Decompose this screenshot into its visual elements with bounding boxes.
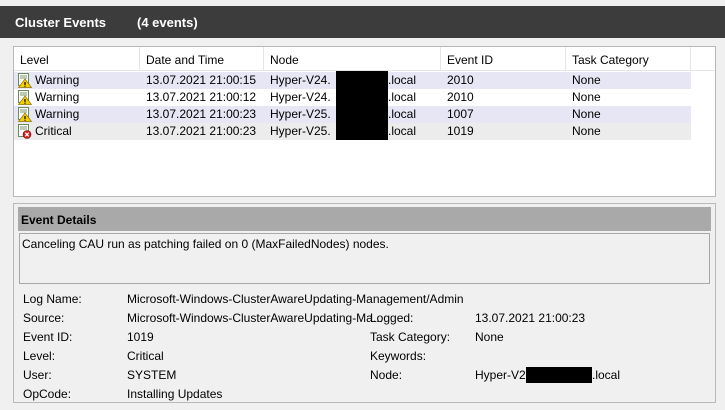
event-count: (4 events): [137, 14, 198, 30]
task-category-text: None: [572, 73, 601, 87]
node-prefix: Hyper-V25.: [270, 124, 331, 138]
datetime-text: 13.07.2021 21:00:23: [146, 124, 257, 138]
level-text: Warning: [35, 90, 80, 104]
task-category-label: Task Category:: [370, 330, 451, 344]
user-value: SYSTEM: [127, 368, 177, 382]
node-suffix: .local: [388, 107, 417, 121]
redaction-block: [336, 71, 388, 140]
datetime-text: 13.07.2021 21:00:15: [146, 73, 257, 87]
node-suffix: .local: [388, 90, 417, 104]
keywords-label: Keywords:: [370, 349, 427, 363]
event-id-text: 1019: [447, 124, 474, 138]
warning-icon: [18, 73, 32, 88]
column-header-level[interactable]: Level: [14, 47, 140, 71]
level-label: Level:: [23, 349, 56, 363]
user-label: User:: [23, 368, 52, 382]
column-header-event-id[interactable]: Event ID: [441, 47, 566, 71]
critical-icon: [18, 124, 32, 139]
task-category-text: None: [572, 107, 601, 121]
cluster-events-header: Cluster Events (4 events): [0, 6, 725, 38]
node-prefix: Hyper-V24.: [270, 73, 331, 87]
node-value-suffix: .local: [592, 368, 621, 382]
node-label: Node:: [370, 368, 403, 382]
events-list[interactable]: Level Date and Time Node Event ID Task C…: [13, 46, 716, 197]
event-id-label: Event ID:: [23, 330, 73, 344]
log-name-label: Log Name:: [23, 292, 82, 306]
task-category-text: None: [572, 90, 601, 104]
event-id-text: 2010: [447, 73, 474, 87]
event-id-value: 1019: [127, 330, 154, 344]
events-table-header: Level Date and Time Node Event ID Task C…: [14, 47, 715, 71]
task-category-value: None: [475, 330, 504, 344]
level-text: Warning: [35, 73, 80, 87]
node-prefix: Hyper-V25.: [270, 107, 331, 121]
event-message[interactable]: Canceling CAU run as patching failed on …: [19, 233, 710, 284]
warning-icon: [18, 90, 32, 105]
node-suffix: .local: [388, 124, 417, 138]
event-id-text: 1007: [447, 107, 474, 121]
opcode-label: OpCode:: [23, 387, 72, 401]
datetime-text: 13.07.2021 21:00:12: [146, 90, 257, 104]
column-header-node[interactable]: Node: [264, 47, 441, 71]
source-label: Source:: [23, 311, 65, 325]
redaction-block: [526, 367, 592, 383]
opcode-value: Installing Updates: [127, 387, 223, 401]
logged-value: 13.07.2021 21:00:23: [475, 311, 586, 325]
panel-title: Cluster Events: [15, 14, 107, 30]
datetime-text: 13.07.2021 21:00:23: [146, 107, 257, 121]
event-details-panel: Event Details Canceling CAU run as patch…: [13, 203, 716, 403]
column-header-date-time[interactable]: Date and Time: [140, 47, 264, 71]
task-category-text: None: [572, 124, 601, 138]
level-value: Critical: [127, 349, 164, 363]
node-suffix: .local: [388, 73, 417, 87]
warning-icon: [18, 107, 32, 122]
source-value: Microsoft-Windows-ClusterAwareUpdating-M…: [127, 311, 383, 325]
event-details-header: Event Details: [18, 207, 711, 231]
level-text: Critical: [35, 124, 72, 138]
logged-label: Logged:: [370, 311, 414, 325]
log-name-value: Microsoft-Windows-ClusterAwareUpdating-M…: [127, 292, 464, 306]
column-header-task-category[interactable]: Task Category: [566, 47, 691, 71]
event-id-text: 2010: [447, 90, 474, 104]
node-prefix: Hyper-V24.: [270, 90, 331, 104]
level-text: Warning: [35, 107, 80, 121]
